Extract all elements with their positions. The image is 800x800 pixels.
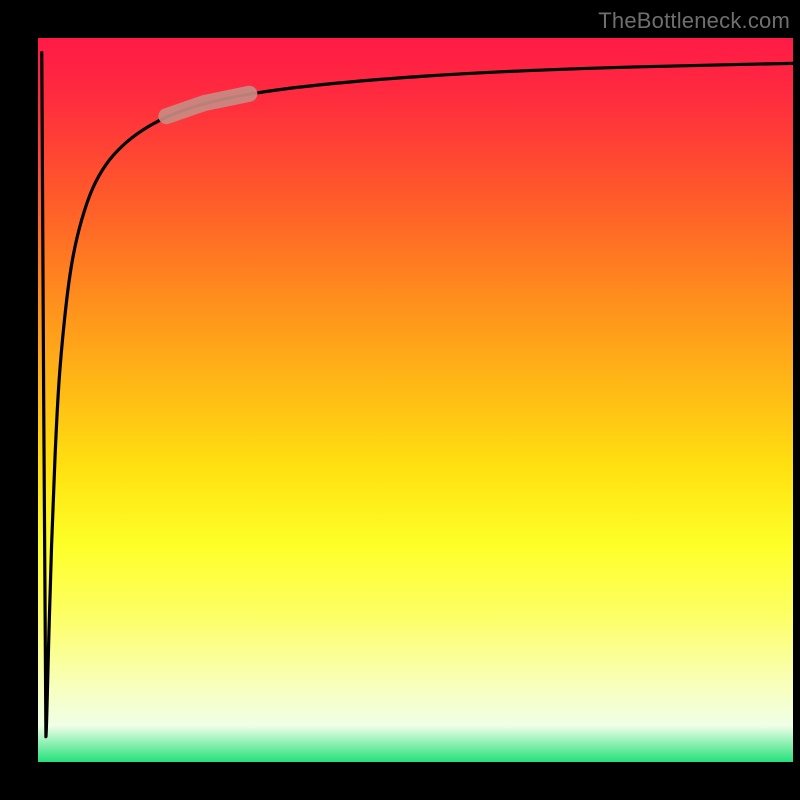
bottleneck-curve bbox=[42, 52, 793, 736]
watermark-text: TheBottleneck.com bbox=[598, 8, 790, 34]
highlight-segment bbox=[166, 94, 249, 116]
curve-layer bbox=[38, 38, 793, 762]
chart-frame: TheBottleneck.com bbox=[0, 0, 800, 800]
plot-area bbox=[38, 38, 793, 762]
